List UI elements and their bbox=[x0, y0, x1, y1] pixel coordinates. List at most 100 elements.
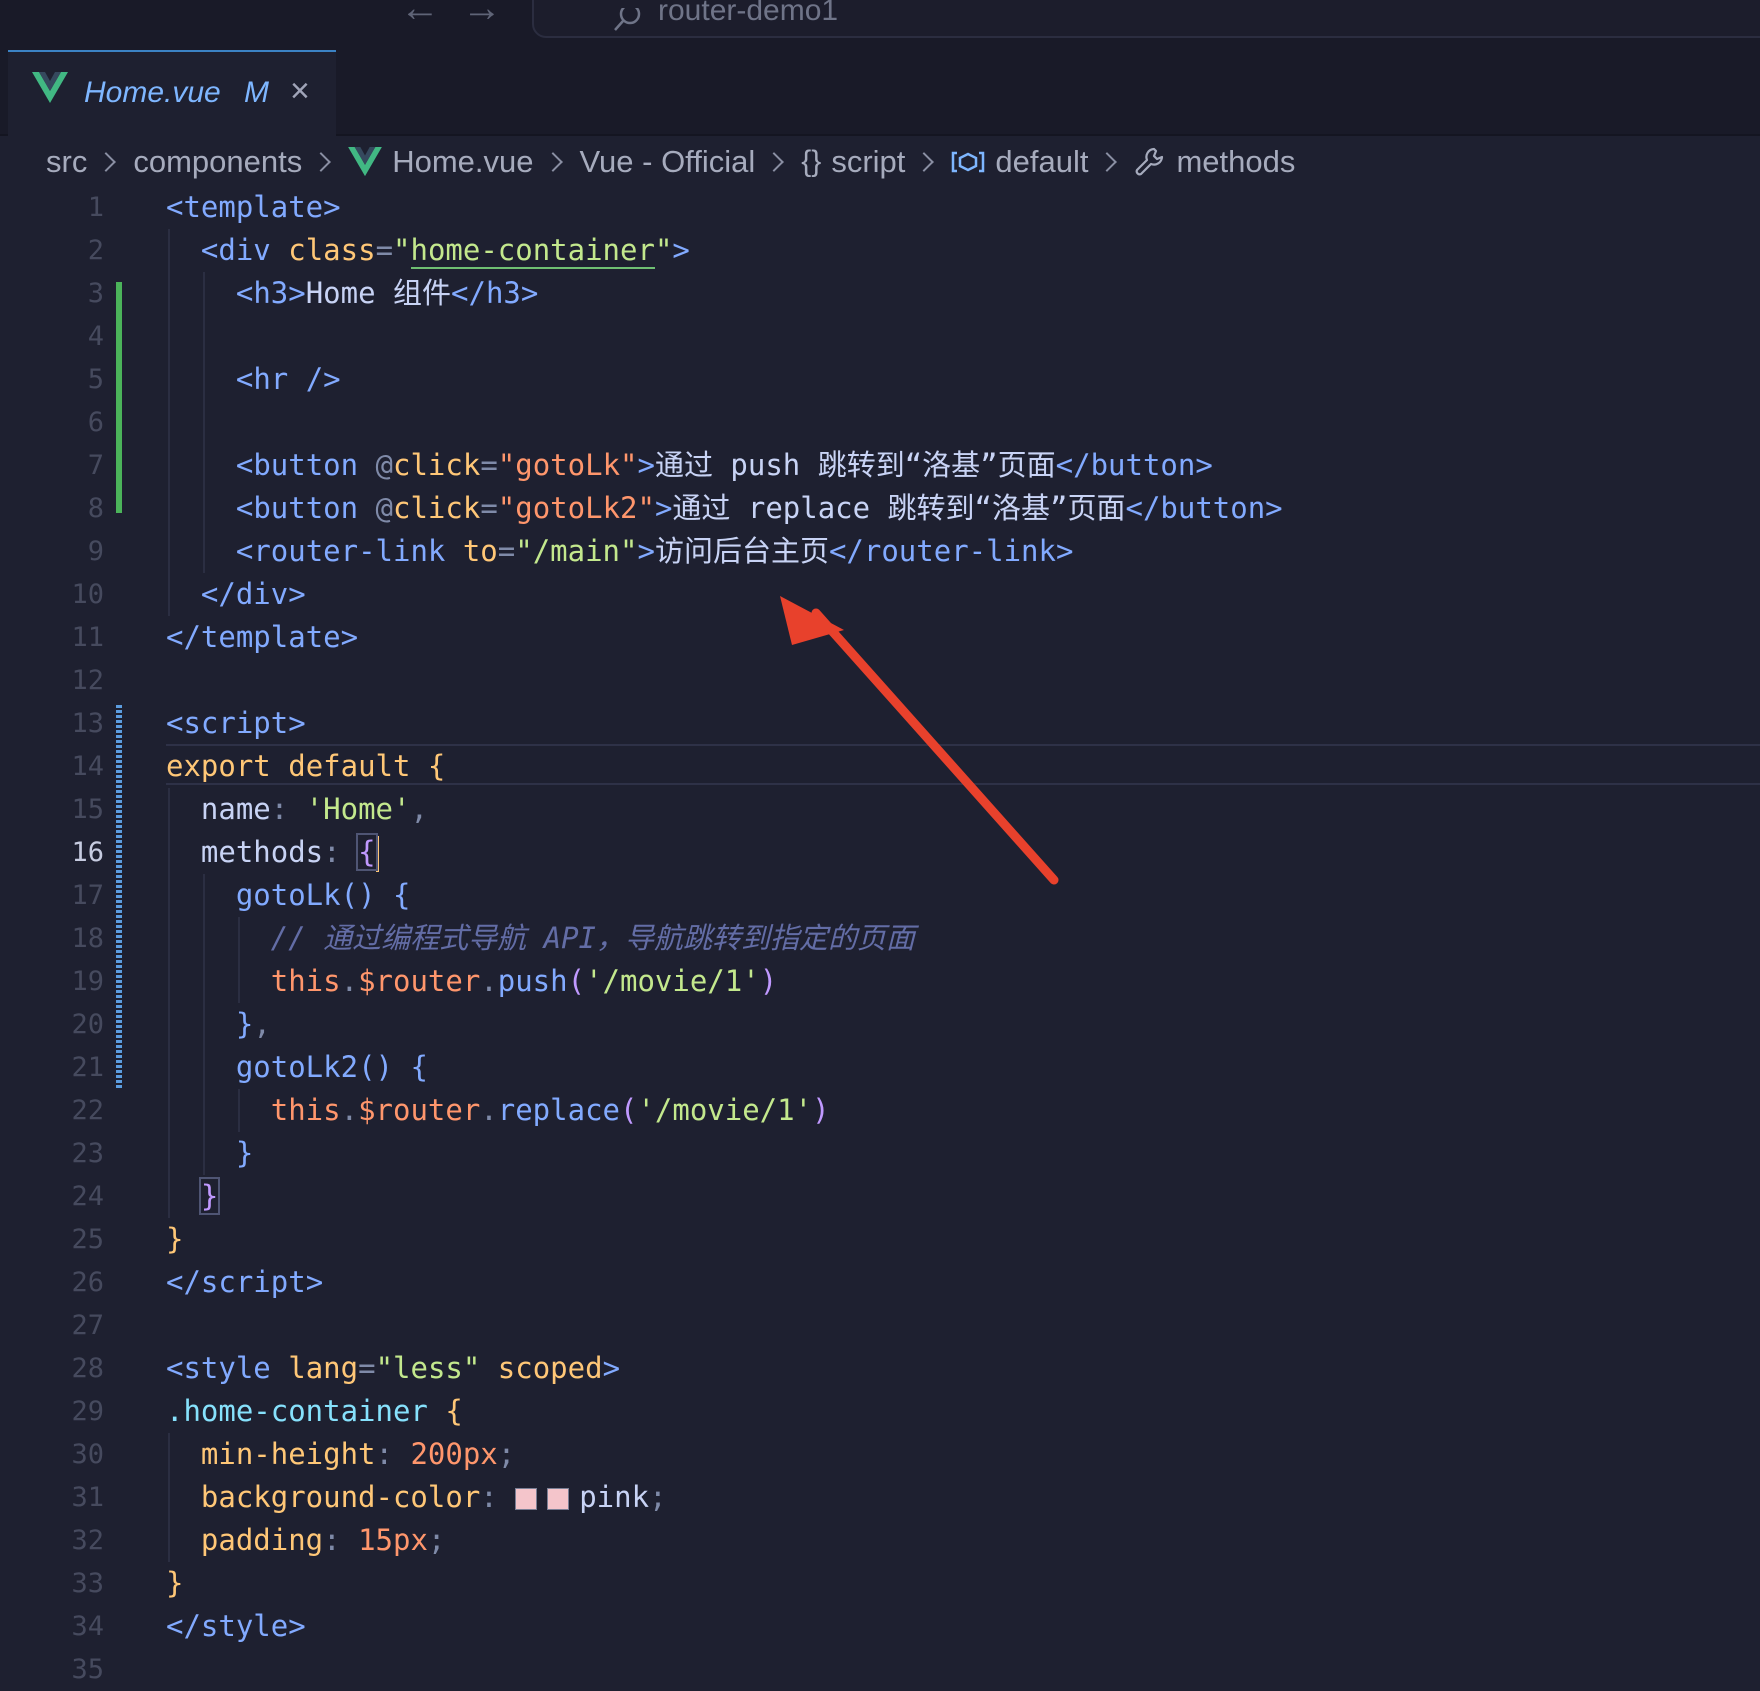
breadcrumb-home-vue[interactable]: Home.vue bbox=[348, 144, 534, 180]
code-line[interactable]: methods: { bbox=[166, 831, 379, 874]
code-line[interactable]: this.$router.push('/movie/1') bbox=[166, 960, 777, 1003]
breadcrumb-language[interactable]: Vue - Official bbox=[580, 144, 756, 180]
code-token: </ bbox=[1055, 448, 1091, 482]
line-number: 16 bbox=[71, 837, 104, 868]
line-number: 18 bbox=[71, 923, 104, 954]
breadcrumb-methods[interactable]: methods bbox=[1134, 144, 1295, 180]
forward-button[interactable]: → bbox=[462, 0, 502, 28]
line-number: 2 bbox=[87, 235, 104, 266]
code-line[interactable]: // 通过编程式导航 API，导航跳转到指定的页面 bbox=[166, 917, 915, 960]
code-line[interactable]: } bbox=[166, 1132, 253, 1175]
code-editor[interactable]: 1 2 3 4 5 6 7 8 9 10 11 12 13 14 15 16 17 18 19 20 21 22 23 24 2… bbox=[0, 186, 1760, 1686]
code-line[interactable]: this.$router.replace('/movie/1') bbox=[166, 1089, 830, 1132]
breadcrumb-script[interactable]: {} script bbox=[801, 144, 905, 180]
code-token: : bbox=[323, 1523, 341, 1557]
breadcrumb-default[interactable]: default bbox=[951, 144, 1088, 180]
code-line[interactable]: <button @click="gotoLk2">通过 replace 跳转到“… bbox=[166, 487, 1283, 530]
code-line[interactable]: min-height: 200px; bbox=[166, 1433, 515, 1476]
line-number: 27 bbox=[71, 1310, 104, 1341]
code-token: '/movie/1' bbox=[585, 964, 760, 998]
editor-window: ← → router-demo1 Home.vue M × src compon… bbox=[0, 0, 1760, 1686]
code-line[interactable]: </script> bbox=[166, 1261, 323, 1304]
code-token: /> bbox=[288, 362, 341, 396]
code-token: push bbox=[497, 964, 568, 998]
code-line[interactable]: } bbox=[166, 1175, 221, 1218]
search-icon bbox=[612, 3, 642, 39]
code-token: { bbox=[356, 833, 378, 871]
code-token: . bbox=[340, 1093, 359, 1127]
close-icon[interactable]: × bbox=[290, 72, 310, 111]
code-token: export bbox=[166, 749, 271, 783]
code-token: " bbox=[620, 448, 638, 482]
code-token: ( bbox=[619, 1093, 638, 1127]
code-token: style bbox=[200, 1609, 289, 1643]
breadcrumb: src components Home.vue Vue - Official {… bbox=[46, 138, 1295, 186]
code-line[interactable]: <style lang="less" scoped> bbox=[166, 1347, 620, 1390]
code-line[interactable]: name: 'Home', bbox=[166, 788, 428, 831]
code-line[interactable]: <hr /> bbox=[166, 358, 341, 401]
code-token: home-container bbox=[410, 233, 655, 269]
line-number: 22 bbox=[71, 1095, 104, 1126]
line-number: 24 bbox=[71, 1181, 104, 1212]
line-number: 21 bbox=[71, 1052, 104, 1083]
code-line[interactable]: background-color: pink; bbox=[166, 1476, 667, 1519]
command-center-text[interactable]: router-demo1 bbox=[658, 0, 838, 28]
code-token: : bbox=[270, 792, 289, 826]
code-area[interactable]: <template> <div class="home-container"> … bbox=[166, 186, 1760, 1686]
title-bar: ← → router-demo1 bbox=[0, 0, 1760, 50]
code-line[interactable]: <div class="home-container"> bbox=[166, 229, 690, 272]
code-token: = bbox=[480, 491, 498, 525]
code-line[interactable]: padding: 15px; bbox=[166, 1519, 445, 1562]
code-line[interactable]: <script> bbox=[166, 702, 306, 745]
code-line[interactable]: <button @click="gotoLk">通过 push 跳转到“洛基”页… bbox=[166, 444, 1213, 487]
code-token: < bbox=[166, 1351, 184, 1385]
line-number: 19 bbox=[71, 966, 104, 997]
code-token: </ bbox=[200, 577, 236, 611]
code-line[interactable]: <h3>Home 组件</h3> bbox=[166, 272, 538, 315]
code-token: script bbox=[200, 1265, 306, 1299]
breadcrumb-components[interactable]: components bbox=[133, 144, 302, 180]
code-line[interactable]: gotoLk2() { bbox=[166, 1046, 428, 1089]
breadcrumb-src[interactable]: src bbox=[46, 144, 87, 180]
code-token: style bbox=[183, 1351, 271, 1385]
code-token: " bbox=[637, 491, 655, 525]
chevron-right-icon bbox=[1097, 152, 1118, 172]
back-button[interactable]: ← bbox=[400, 0, 440, 28]
code-token: @ bbox=[375, 491, 394, 525]
code-line[interactable]: gotoLk() { bbox=[166, 874, 411, 917]
code-line[interactable]: <template> bbox=[166, 186, 341, 229]
code-token: > bbox=[1265, 491, 1283, 525]
code-token: () bbox=[358, 1050, 393, 1084]
color-swatch bbox=[547, 1488, 570, 1510]
code-line[interactable]: </template> bbox=[166, 616, 358, 659]
code-token: template bbox=[200, 620, 341, 654]
code-line[interactable]: export default { bbox=[166, 745, 445, 788]
code-token: gotoLk2 bbox=[235, 1050, 359, 1084]
code-token: : bbox=[323, 835, 341, 869]
code-token: h3 bbox=[253, 276, 289, 310]
code-token: name bbox=[200, 792, 271, 826]
code-line[interactable]: } bbox=[166, 1218, 183, 1261]
code-line[interactable]: .home-container { bbox=[166, 1390, 463, 1433]
code-token: </ bbox=[166, 1609, 201, 1643]
code-line[interactable]: }, bbox=[166, 1003, 271, 1046]
code-line[interactable]: </div> bbox=[166, 573, 306, 616]
code-token: gotoLk2 bbox=[515, 491, 638, 525]
wrench-icon bbox=[1134, 146, 1166, 178]
code-token: ) bbox=[759, 964, 778, 998]
code-token: > bbox=[288, 1609, 306, 1643]
code-token: ) bbox=[812, 1093, 830, 1127]
code-line[interactable]: <router-link to="/main">访问后台主页</router-l… bbox=[166, 530, 1074, 573]
code-line[interactable]: } bbox=[166, 1562, 183, 1605]
tab-home-vue[interactable]: Home.vue M × bbox=[8, 50, 336, 136]
line-number: 13 bbox=[71, 708, 104, 739]
line-number: 32 bbox=[71, 1525, 104, 1556]
code-line[interactable]: </style> bbox=[166, 1605, 306, 1648]
